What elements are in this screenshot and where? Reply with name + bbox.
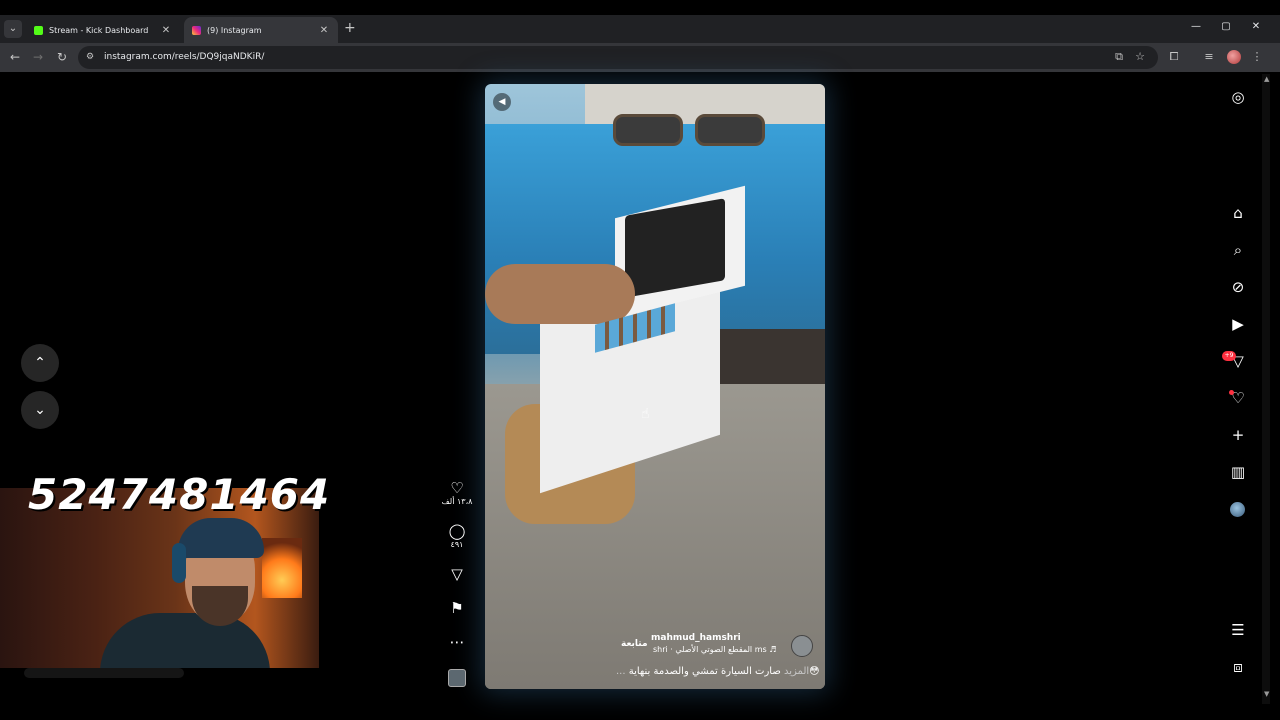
url-text[interactable]: instagram.com/reels/DQ9jqaNDKiR/ [104,52,264,62]
new-tab-button[interactable]: + [344,21,356,35]
reload-icon[interactable]: ↻ [55,50,69,64]
page-scrollbar[interactable] [1262,74,1270,704]
menu-dots-icon[interactable]: ⋮ [1250,50,1264,64]
tab-search-button[interactable]: ⌄ [4,20,22,38]
reel-video[interactable]: ◀ ☝ mahmud_hamshri متابعة shri · المقطع … [485,84,825,689]
minimize-button[interactable]: — [1189,21,1203,32]
next-reel-button[interactable]: ⌄ [21,391,59,429]
comment-icon: ◯ [448,522,466,540]
more-dots-icon: ⋯ [449,633,465,651]
extensions-icon[interactable]: ⧠ [1167,50,1181,64]
screen: ⌄ Stream - Kick Dashboard ✕ (9) Instagra… [0,0,1280,720]
heart-icon: ♡ [450,479,464,497]
like-count: ١٣،٨ ألف [441,497,473,506]
share-button[interactable]: ▽ [440,566,474,582]
tab-instagram[interactable]: (9) Instagram ✕ [184,17,338,43]
browser-toolbar: ← → ↻ ⚙ instagram.com/reels/DQ9jqaNDKiR/… [0,43,1280,72]
audio-thumbnail[interactable] [448,669,466,687]
hamburger-menu-icon[interactable]: ☰ [1228,620,1248,640]
media-controls-icon[interactable]: ≡ [1202,50,1216,64]
notification-badge: +9 [1222,351,1236,361]
fireplace [262,538,302,598]
unread-dot [1229,390,1234,395]
address-bar[interactable]: ⚙ instagram.com/reels/DQ9jqaNDKiR/ [78,46,1158,69]
explore-compass-icon[interactable]: ⊘ [1228,277,1248,297]
comment-button[interactable]: ◯ ٤٩١ [440,523,474,549]
dashboard-chart-icon[interactable]: ▥ [1228,462,1248,482]
speaker-icon[interactable]: ◀ [493,93,511,111]
audio-link[interactable]: shri · المقطع الصوتي الأصلي ms ♬ [653,645,776,654]
bookmark-star-icon[interactable]: ☆ [1133,50,1147,64]
like-button[interactable]: ♡ ١٣،٨ ألف [440,480,474,506]
maximize-button[interactable]: ▢ [1219,21,1233,32]
caption: ... المزيد صارت السيارة تمشي والصدمة بنه… [616,666,820,677]
create-plus-icon[interactable]: + [1228,425,1248,445]
back-arrow-icon[interactable]: ← [8,50,22,64]
headset [172,543,186,583]
install-app-icon[interactable]: ⧉ [1112,50,1126,64]
profile-avatar[interactable] [1227,50,1241,64]
bookmark-icon: ⚑ [450,599,464,617]
previous-reel-button[interactable]: ⌃ [21,344,59,382]
username-link[interactable]: mahmud_hamshri [651,633,741,643]
scroll-up-arrow-icon[interactable]: ▲ [1264,75,1269,83]
home-icon[interactable]: ⌂ [1228,203,1248,223]
follow-button[interactable]: متابعة [621,639,648,649]
tab-title: Stream - Kick Dashboard [49,25,149,35]
search-icon[interactable]: ⌕ [1228,240,1248,260]
more-options-button[interactable]: ⋯ [440,634,474,650]
close-icon[interactable]: ✕ [160,25,172,36]
overlay-bar [24,668,184,678]
comment-count: ٤٩١ [450,540,464,549]
forward-arrow-icon[interactable]: → [31,50,45,64]
also-from-meta-icon[interactable]: ⧈ [1228,657,1248,677]
reels-icon[interactable]: ▶ [1228,314,1248,334]
scroll-down-arrow-icon[interactable]: ▼ [1264,690,1269,698]
video-scene [485,264,635,324]
stream-number-overlay: 5247481464 [28,470,331,519]
instagram-logo-icon[interactable]: ◎ [1228,87,1248,107]
close-icon[interactable]: ✕ [318,25,330,36]
site-info-icon[interactable]: ⚙ [86,52,97,63]
profile-icon[interactable] [1230,502,1245,517]
video-scene [613,114,683,146]
send-icon: ▽ [451,565,463,583]
hand-cursor-icon: ☝ [641,406,650,422]
save-button[interactable]: ⚑ [440,600,474,616]
instagram-icon [192,25,201,35]
video-scene [695,114,765,146]
tab-kick-dashboard[interactable]: Stream - Kick Dashboard ✕ [26,17,180,43]
owner-avatar[interactable] [791,635,813,657]
reel-info: mahmud_hamshri متابعة shri · المقطع الصو… [485,624,825,689]
streamer-body [100,613,270,668]
window-close-button[interactable]: ✕ [1249,21,1263,32]
tab-strip: ⌄ Stream - Kick Dashboard ✕ (9) Instagra… [0,15,1280,43]
tab-title: (9) Instagram [207,25,262,35]
streamer-cap [178,518,264,558]
kick-icon [34,25,43,35]
